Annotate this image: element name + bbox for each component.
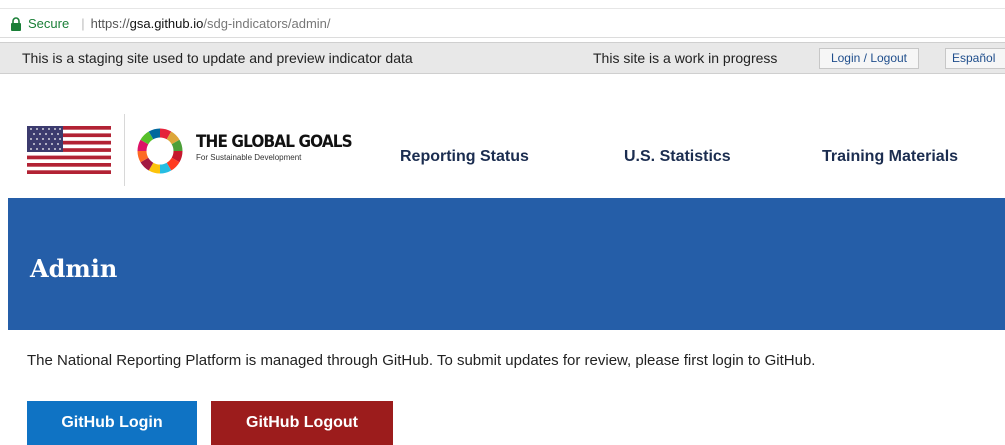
address-separator: | [81, 16, 85, 31]
url-host: gsa.github.io [129, 16, 204, 31]
url-scheme: https:// [90, 16, 130, 31]
login-logout-button[interactable]: Login / Logout [819, 48, 919, 69]
staging-notice-bar: This is a staging site used to update an… [0, 42, 1005, 74]
url-path: /sdg-indicators/admin/ [203, 16, 331, 31]
us-flag-icon[interactable] [27, 126, 111, 174]
page-banner: Admin [8, 198, 1005, 330]
github-logout-button[interactable]: GitHub Logout [211, 401, 393, 445]
nav-reporting-status[interactable]: Reporting Status [400, 148, 529, 166]
page-title: Admin [30, 254, 118, 283]
nav-training-materials[interactable]: Training Materials [822, 148, 958, 166]
site-header: THE GLOBAL GOALS For Sustainable Develop… [0, 76, 1005, 198]
address-field[interactable]: Secure | https://gsa.github.io/sdg-indic… [0, 8, 1005, 38]
secure-label: Secure [28, 16, 70, 31]
nav-us-statistics[interactable]: U.S. Statistics [624, 148, 731, 166]
browser-address-bar[interactable]: Secure | https://gsa.github.io/sdg-indic… [0, 0, 1005, 38]
work-in-progress-notice: This site is a work in progress [593, 50, 778, 66]
global-goals-logo-subtitle: For Sustainable Development [196, 153, 302, 162]
language-button[interactable]: Español [945, 48, 1005, 69]
intro-text: The National Reporting Platform is manag… [27, 352, 816, 369]
logo-divider [124, 114, 125, 186]
github-login-button[interactable]: GitHub Login [27, 401, 197, 445]
lock-icon [11, 16, 21, 31]
global-goals-wheel-icon[interactable] [137, 128, 183, 174]
global-goals-logo-title: THE GLOBAL GOALS [196, 132, 353, 152]
staging-notice: This is a staging site used to update an… [22, 50, 413, 66]
